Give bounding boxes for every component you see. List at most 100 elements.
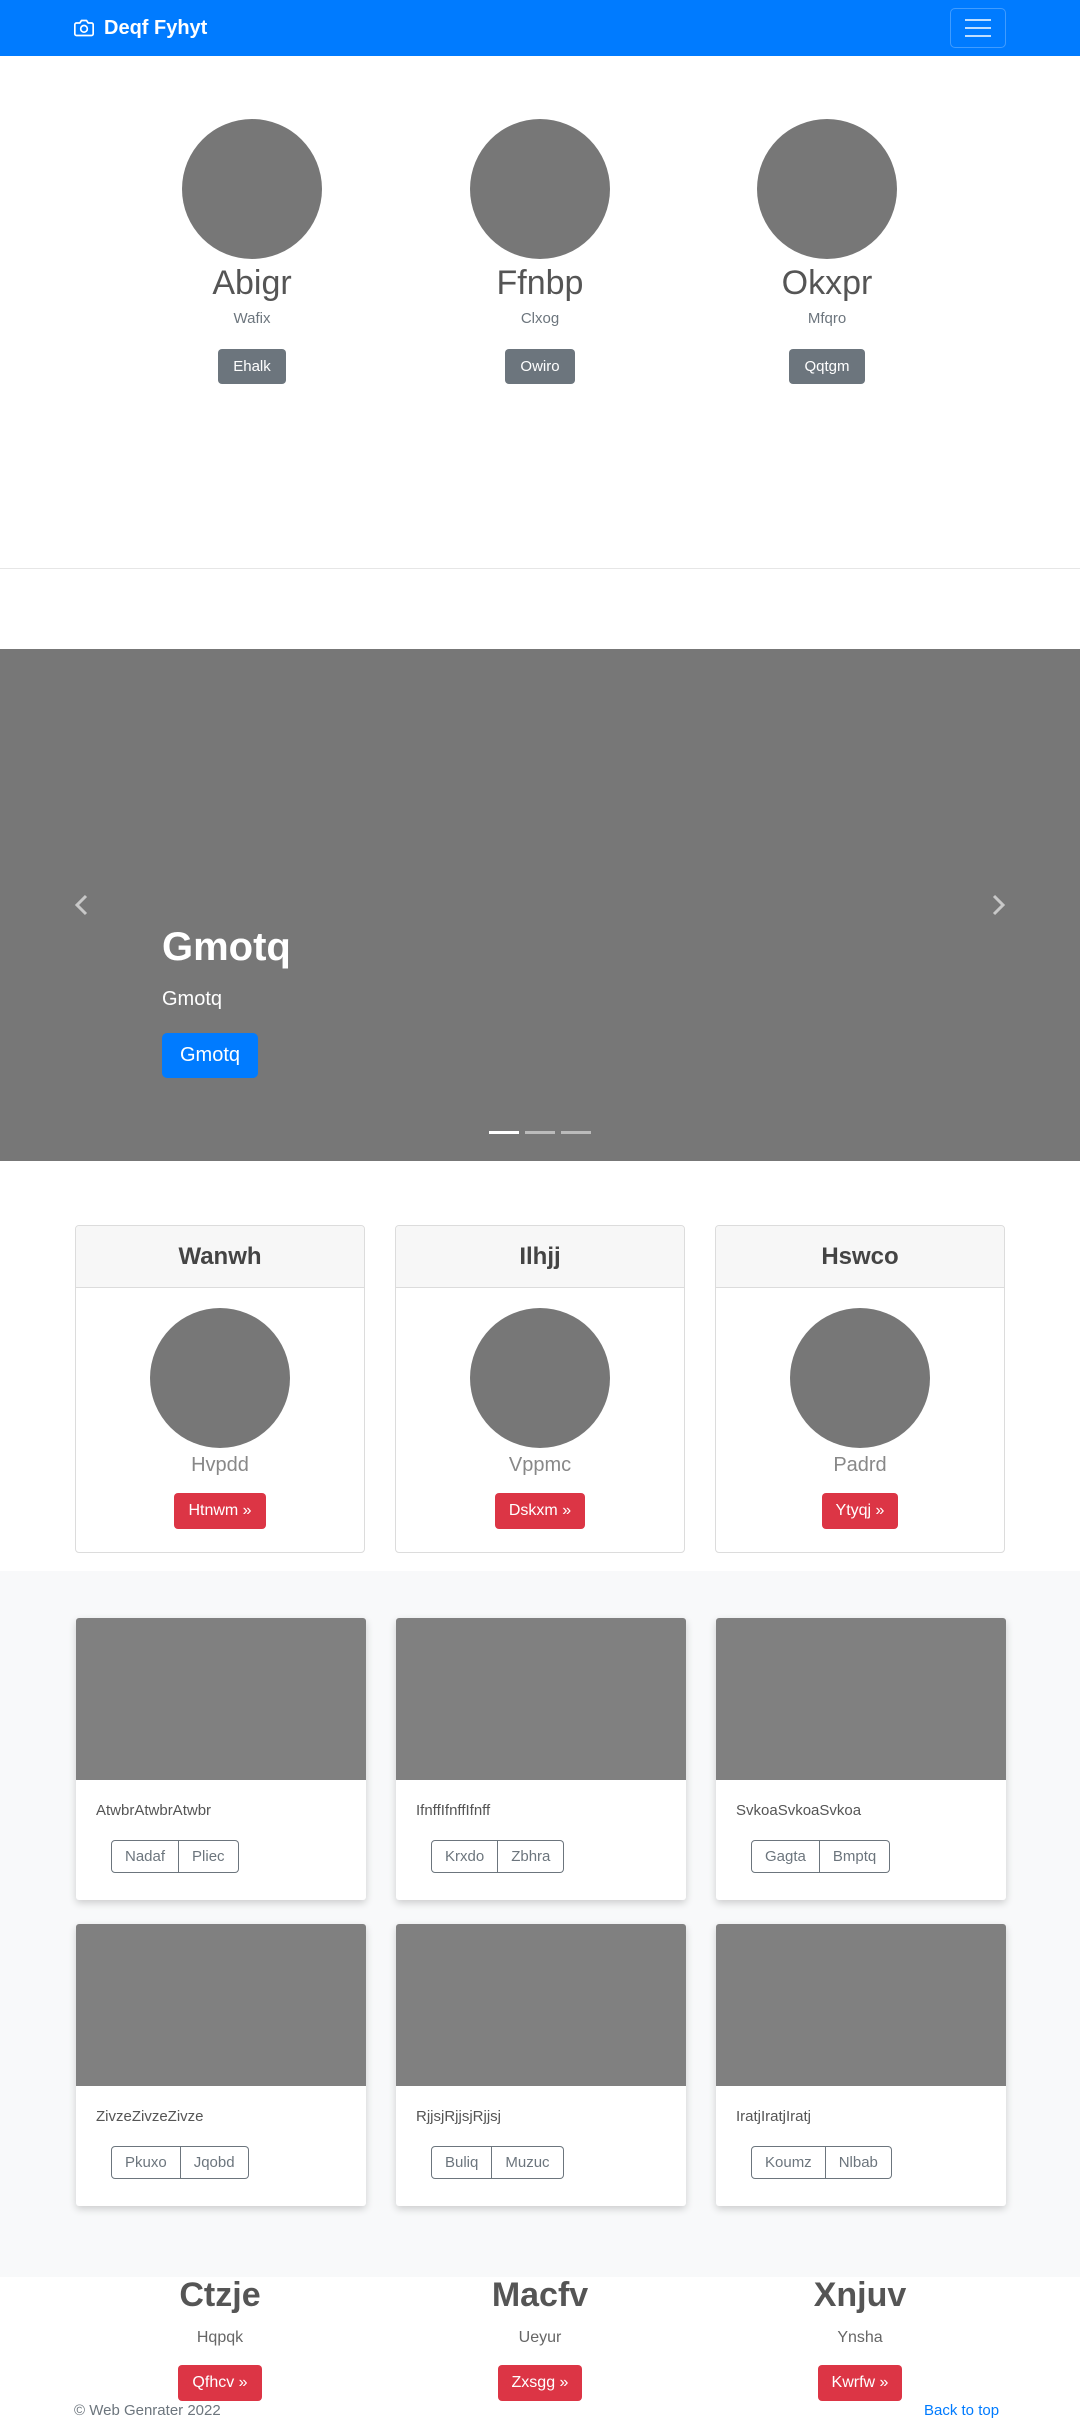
profile-item: Ffnbp Clxog Owiro bbox=[440, 119, 640, 384]
album-card: SvkoaSvkoaSvkoa Gagta Bmptq bbox=[716, 1618, 1006, 1900]
album-card: RjjsjRjjsjRjjsj Buliq Muzuc bbox=[396, 1924, 686, 2206]
profile-item: Okxpr Mfqro Qqtgm bbox=[727, 119, 927, 384]
card-image bbox=[790, 1308, 930, 1448]
album-card-text: AtwbrAtwbrAtwbr bbox=[96, 1802, 212, 1819]
footer-copyright: © Web Genrater 2022 bbox=[74, 2402, 221, 2419]
album-button[interactable]: Krxdo bbox=[431, 1840, 499, 1873]
card-header: Wanwh bbox=[76, 1226, 364, 1288]
album-button[interactable]: Pkuxo bbox=[111, 2146, 181, 2179]
carousel-indicator[interactable] bbox=[489, 1131, 519, 1134]
card-button[interactable]: Htnwm » bbox=[174, 1493, 266, 1529]
profile-button[interactable]: Ehalk bbox=[218, 348, 286, 384]
feature-title: Xnjuv bbox=[813, 2276, 907, 2314]
album-card-text: SvkoaSvkoaSvkoa bbox=[736, 1802, 862, 1819]
album-thumbnail bbox=[716, 1924, 1006, 2086]
album-thumbnail bbox=[396, 1924, 686, 2086]
profile-name: Abigr bbox=[212, 264, 292, 302]
profile-subtitle: Wafix bbox=[233, 309, 271, 327]
album-card: IfnffIfnffIfnff Krxdo Zbhra bbox=[396, 1618, 686, 1900]
card-header: Ilhjj bbox=[396, 1226, 684, 1288]
button-group: Nadaf Pliec bbox=[111, 1840, 239, 1873]
album-card-text: IratjIratjIratj bbox=[736, 2108, 812, 2125]
profile-item: Abigr Wafix Ehalk bbox=[152, 119, 352, 384]
card-image bbox=[470, 1308, 610, 1448]
profile-image bbox=[182, 119, 322, 259]
album-button[interactable]: Koumz bbox=[751, 2146, 826, 2179]
album-button[interactable]: Pliec bbox=[179, 1840, 239, 1873]
back-to-top-link[interactable]: Back to top bbox=[924, 2402, 999, 2419]
carousel-title: Gmotq bbox=[162, 925, 291, 969]
album-button[interactable]: Jqobd bbox=[180, 2146, 249, 2179]
album-section: AtwbrAtwbrAtwbr Nadaf Pliec IfnffIfnffIf… bbox=[0, 1571, 1080, 2277]
album-card-text: IfnffIfnffIfnff bbox=[416, 1802, 491, 1819]
carousel-indicators bbox=[489, 1131, 591, 1134]
brand-text: Deqf Fyhyt bbox=[104, 16, 208, 39]
section-divider bbox=[0, 568, 1080, 569]
album-button[interactable]: Nlbab bbox=[825, 2146, 892, 2179]
profile-button[interactable]: Owiro bbox=[505, 348, 575, 384]
album-button[interactable]: Zbhra bbox=[498, 1840, 565, 1873]
card: Wanwh Hvpdd Htnwm » bbox=[75, 1225, 365, 1553]
feature-item: Ctzje Hqpqk Qfhcv » bbox=[70, 2276, 370, 2401]
album-card: ZivzeZivzeZivze Pkuxo Jqobd bbox=[76, 1924, 366, 2206]
carousel: Gmotq Gmotq Gmotq bbox=[0, 649, 1080, 1161]
album-button[interactable]: Bmptq bbox=[819, 1840, 891, 1873]
album-button[interactable]: Nadaf bbox=[111, 1840, 180, 1873]
hamburger-icon-line bbox=[965, 27, 991, 29]
album-card: IratjIratjIratj Koumz Nlbab bbox=[716, 1924, 1006, 2206]
feature-title: Ctzje bbox=[179, 2276, 261, 2314]
profile-image bbox=[470, 119, 610, 259]
carousel-indicator[interactable] bbox=[525, 1131, 555, 1134]
button-group: Buliq Muzuc bbox=[431, 2146, 564, 2179]
camera-icon bbox=[74, 19, 94, 37]
album-button[interactable]: Buliq bbox=[431, 2146, 493, 2179]
card-header: Hswco bbox=[716, 1226, 1004, 1288]
hamburger-icon-line bbox=[965, 35, 991, 37]
feature-subtitle: Hqpqk bbox=[196, 2329, 244, 2346]
feature-subtitle: Ueyur bbox=[518, 2329, 562, 2346]
album-thumbnail bbox=[716, 1618, 1006, 1780]
brand-link[interactable]: Deqf Fyhyt bbox=[74, 0, 207, 56]
button-group: Gagta Bmptq bbox=[751, 1840, 891, 1873]
card: Ilhjj Vppmc Dskxm » bbox=[395, 1225, 685, 1553]
card-button[interactable]: Ytyqj » bbox=[821, 1493, 899, 1529]
button-group: Koumz Nlbab bbox=[751, 2146, 892, 2179]
profile-subtitle: Mfqro bbox=[807, 309, 847, 327]
feature-item: Xnjuv Ynsha Kwrfw » bbox=[710, 2276, 1010, 2401]
album-card: AtwbrAtwbrAtwbr Nadaf Pliec bbox=[76, 1618, 366, 1900]
card-label: Padrd bbox=[833, 1454, 887, 1476]
chevron-left-icon[interactable] bbox=[72, 893, 92, 917]
album-thumbnail bbox=[396, 1618, 686, 1780]
feature-button[interactable]: Kwrfw » bbox=[817, 2365, 903, 2401]
profile-name: Okxpr bbox=[781, 264, 873, 302]
profile-subtitle: Clxog bbox=[520, 309, 560, 327]
album-card-text: ZivzeZivzeZivze bbox=[96, 2108, 204, 2125]
album-thumbnail bbox=[76, 1618, 366, 1780]
card-label: Vppmc bbox=[508, 1454, 572, 1476]
carousel-subtitle: Gmotq bbox=[162, 988, 223, 1010]
album-button[interactable]: Gagta bbox=[751, 1840, 820, 1873]
profile-image bbox=[757, 119, 897, 259]
profile-name: Ffnbp bbox=[496, 264, 584, 302]
hamburger-icon-line bbox=[965, 19, 991, 21]
navbar-toggler-button[interactable] bbox=[950, 8, 1006, 48]
album-card-text: RjjsjRjjsjRjjsj bbox=[416, 2108, 501, 2125]
feature-button[interactable]: Zxsgg » bbox=[497, 2365, 583, 2401]
navbar: Deqf Fyhyt bbox=[0, 0, 1080, 56]
album-button[interactable]: Muzuc bbox=[492, 2146, 564, 2179]
album-thumbnail bbox=[76, 1924, 366, 2086]
carousel-indicator[interactable] bbox=[561, 1131, 591, 1134]
button-group: Krxdo Zbhra bbox=[431, 1840, 565, 1873]
feature-subtitle: Ynsha bbox=[837, 2329, 883, 2346]
feature-button[interactable]: Qfhcv » bbox=[178, 2365, 262, 2401]
button-group: Pkuxo Jqobd bbox=[111, 2146, 249, 2179]
card: Hswco Padrd Ytyqj » bbox=[715, 1225, 1005, 1553]
chevron-right-icon[interactable] bbox=[988, 893, 1008, 917]
card-button[interactable]: Dskxm » bbox=[494, 1493, 586, 1529]
feature-title: Macfv bbox=[491, 2276, 589, 2314]
carousel-button[interactable]: Gmotq bbox=[162, 1033, 259, 1078]
feature-item: Macfv Ueyur Zxsgg » bbox=[390, 2276, 690, 2401]
card-image bbox=[150, 1308, 290, 1448]
profile-button[interactable]: Qqtgm bbox=[789, 348, 865, 384]
card-label: Hvpdd bbox=[191, 1454, 249, 1476]
